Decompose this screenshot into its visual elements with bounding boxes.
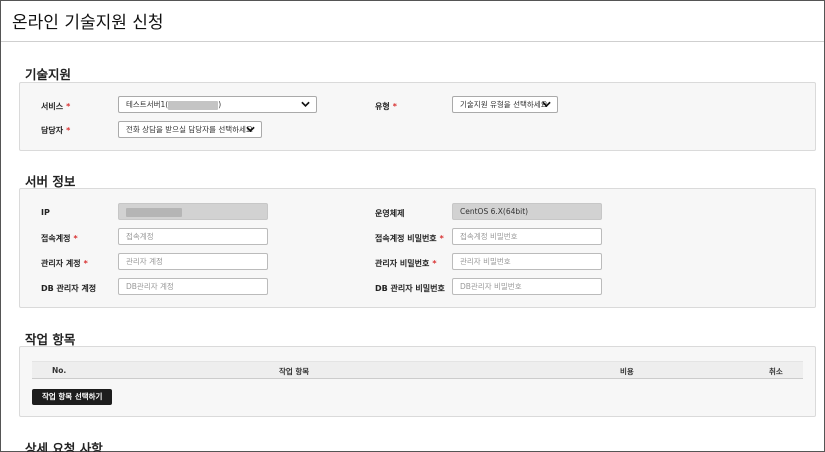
service-select-value: 테스트서버1(: [126, 100, 169, 109]
column-cancel: 취소: [769, 367, 783, 376]
chevron-down-icon: [301, 101, 310, 107]
db-admin-password-input[interactable]: DB관리자 비밀번호: [452, 278, 602, 295]
admin-password-label: 관리자 비밀번호 *: [375, 259, 437, 268]
column-cost: 비용: [620, 367, 634, 376]
db-admin-account-input[interactable]: DB관리자 계정: [118, 278, 268, 295]
title-divider: [1, 41, 824, 42]
service-select-value-suffix: ): [218, 100, 222, 109]
chevron-down-icon: [246, 126, 255, 132]
db-admin-password-label: DB 관리자 비밀번호: [375, 284, 445, 293]
select-work-items-button[interactable]: 작업 항목 선택하기: [32, 389, 113, 405]
type-label: 유형 *: [375, 102, 397, 111]
ip-label: IP: [41, 208, 50, 217]
required-mark: *: [439, 234, 444, 243]
chevron-down-icon: [542, 101, 551, 107]
required-mark: *: [432, 259, 437, 268]
work-items-table-header: No. 작업 항목 비용 취소: [32, 361, 803, 379]
os-label: 운영체제: [375, 209, 405, 218]
required-mark: *: [83, 259, 88, 268]
access-password-label: 접속계정 비밀번호 *: [375, 234, 444, 243]
type-select-value: 기술지원 유형을 선택하세요: [460, 100, 548, 109]
manager-label: 담당자 *: [41, 126, 71, 135]
page-title: 온라인 기술지원 신청: [12, 13, 164, 33]
required-mark: *: [66, 126, 71, 135]
admin-password-input[interactable]: 관리자 비밀번호: [452, 253, 602, 270]
access-account-label: 접속계정 *: [41, 234, 78, 243]
admin-account-label: 관리자 계정 *: [41, 259, 88, 268]
manager-select-value: 전화 상담을 받으실 담당자를 선택하세요: [126, 125, 253, 134]
section-title-tech-support: 기술지원: [25, 67, 72, 82]
required-mark: *: [392, 102, 397, 111]
service-label: 서비스 *: [41, 102, 71, 111]
service-select[interactable]: 테스트서버1(): [118, 96, 317, 113]
column-work-item: 작업 항목: [279, 367, 310, 376]
access-account-input[interactable]: 접속계정: [118, 228, 268, 245]
work-items-panel: No. 작업 항목 비용 취소 작업 항목 선택하기: [19, 346, 816, 417]
redacted-server-id: [168, 100, 219, 110]
ip-field: [118, 203, 268, 220]
type-select[interactable]: 기술지원 유형을 선택하세요: [452, 96, 558, 113]
required-mark: *: [66, 102, 71, 111]
column-no: No.: [52, 366, 67, 375]
server-info-panel: IP 운영체제 CentOS 6.X(64bit) 접속계정 * 접속계정 접속계…: [19, 188, 816, 308]
access-password-input[interactable]: 접속계정 비밀번호: [452, 228, 602, 245]
tech-support-panel: 서비스 * 테스트서버1() 유형 * 기술지원 유형을 선택하세요 담당자 * 전화…: [19, 82, 816, 151]
os-field: CentOS 6.X(64bit): [452, 203, 602, 220]
required-mark: *: [73, 234, 78, 243]
manager-select[interactable]: 전화 상담을 받으실 담당자를 선택하세요: [118, 121, 262, 138]
admin-account-input[interactable]: 관리자 계정: [118, 253, 268, 270]
db-admin-account-label: DB 관리자 계정: [41, 284, 97, 293]
section-title-details: 상세 요청 사항: [25, 441, 103, 452]
redacted-ip: [126, 207, 182, 217]
